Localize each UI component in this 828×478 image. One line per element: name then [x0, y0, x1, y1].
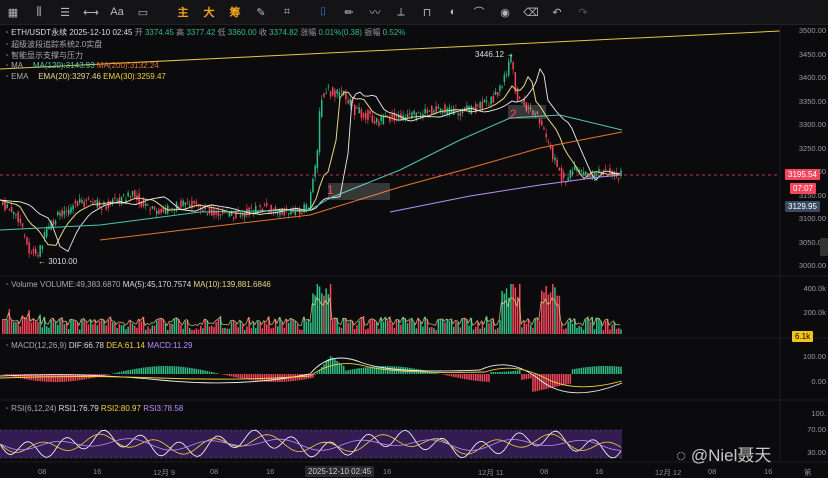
current-price-tag: 3195.54 [785, 169, 820, 180]
rsi-axis-70: 70.00 [807, 425, 826, 434]
time-axis-label: 16 [595, 467, 603, 476]
zone-2-label: 2 [510, 107, 517, 121]
countdown-tag: 07:07 [790, 183, 816, 194]
time-axis-label: 08 [38, 467, 46, 476]
time-axis-label: 16 [764, 467, 772, 476]
close-value: 3374.82 [269, 28, 298, 37]
open-value: 3374.45 [145, 28, 174, 37]
vol-axis-400k: 400.0k [803, 284, 826, 293]
change-value: 0.01%(0.38) [319, 28, 363, 37]
datetime-label: 2025-12-10 02:45 [69, 28, 132, 37]
price-axis-label: 3450.00 [799, 50, 826, 59]
time-axis-label: 16 [266, 467, 274, 476]
rsi-axis-100: 100. [811, 409, 826, 418]
price-axis-label: 3500.00 [799, 26, 826, 35]
vol-axis-200k: 200.0k [803, 308, 826, 317]
ma-legend[interactable]: ◔ MA MA(120):3143.93 MA(200):3132.24 [4, 61, 159, 70]
price-axis-label: 3400.00 [799, 73, 826, 82]
indicator-system-label[interactable]: ◔ 超级波段追踪系统2.0实盘 [4, 39, 102, 50]
eye-icon[interactable]: ◔ [4, 72, 11, 81]
time-cursor-tag: 2025-12-10 02:45 [305, 466, 374, 477]
price-axis-label: 3350.00 [799, 97, 826, 106]
ma-price-tag: 3129.95 [785, 201, 820, 212]
rsi-legend[interactable]: ◔ RSI(6,12,24) RSI1:76.79 RSI2:80.97 RSI… [4, 404, 183, 413]
eye-icon[interactable]: ◔ [4, 61, 11, 70]
time-axis-label: 16 [383, 467, 391, 476]
price-axis-label: 3000.00 [799, 261, 826, 270]
volume-tag: 6.1k [792, 331, 813, 342]
high-value: 3377.42 [186, 28, 215, 37]
macd-legend[interactable]: ◔ MACD(12,26,9) DIF:66.78 DEA:61.14 MACD… [4, 341, 192, 350]
low-price-marker: ← 3010.00 [38, 257, 77, 266]
price-axis-label: 3300.00 [799, 120, 826, 129]
zone-1-label: 1 [327, 183, 334, 197]
time-axis-label: 第 [804, 467, 812, 478]
time-axis-label: 08 [540, 467, 548, 476]
time-axis-label: 16 [93, 467, 101, 476]
time-axis-label: 12月 9 [153, 467, 175, 478]
price-axis-label: 3100.00 [799, 214, 826, 223]
scroll-handle[interactable] [820, 238, 828, 256]
volume-legend[interactable]: ◔ Volume VOLUME:49,383.6870 MA(5):45,170… [4, 280, 271, 289]
time-axis-label: 08 [708, 467, 716, 476]
low-value: 3360.00 [228, 28, 257, 37]
support-resistance-label[interactable]: ◔ 智能显示支撑与压力 [4, 50, 83, 61]
chat-bubble-icon: ◌ [676, 446, 686, 465]
macd-axis-0: 0.00 [811, 377, 826, 386]
chart-stage: ▦ ⫼ ☰ ⟷ Aa ▭ 主 大 筹 ✎ ⌗ ⌷ ✏ 〰 ⟂ ⊓ ◐ ⌒ ◉ ⌫… [0, 0, 828, 476]
macd-axis-100: 100.00 [803, 352, 826, 361]
header-ohlc: ◔ ETH/USDT永续 2025-12-10 02:45 开 3374.45 … [4, 27, 405, 38]
rsi-axis-30: 30.00 [807, 448, 826, 457]
time-axis-label: 12月 11 [478, 467, 504, 478]
price-axis-label: 3250.00 [799, 144, 826, 153]
symbol-label: ETH/USDT永续 [11, 28, 67, 37]
ema-legend[interactable]: ◔ EMA EMA(20):3297.46 EMA(30):3259.47 [4, 72, 166, 81]
symbol-icon: ◔ [4, 28, 9, 37]
time-axis-label: 08 [210, 467, 218, 476]
high-price-marker: 3446.12 → [475, 50, 514, 59]
watermark: ◌ @Niel聂天 [676, 441, 771, 466]
amp-value: 0.52% [383, 28, 406, 37]
time-axis-label: 12月 12 [655, 467, 681, 478]
